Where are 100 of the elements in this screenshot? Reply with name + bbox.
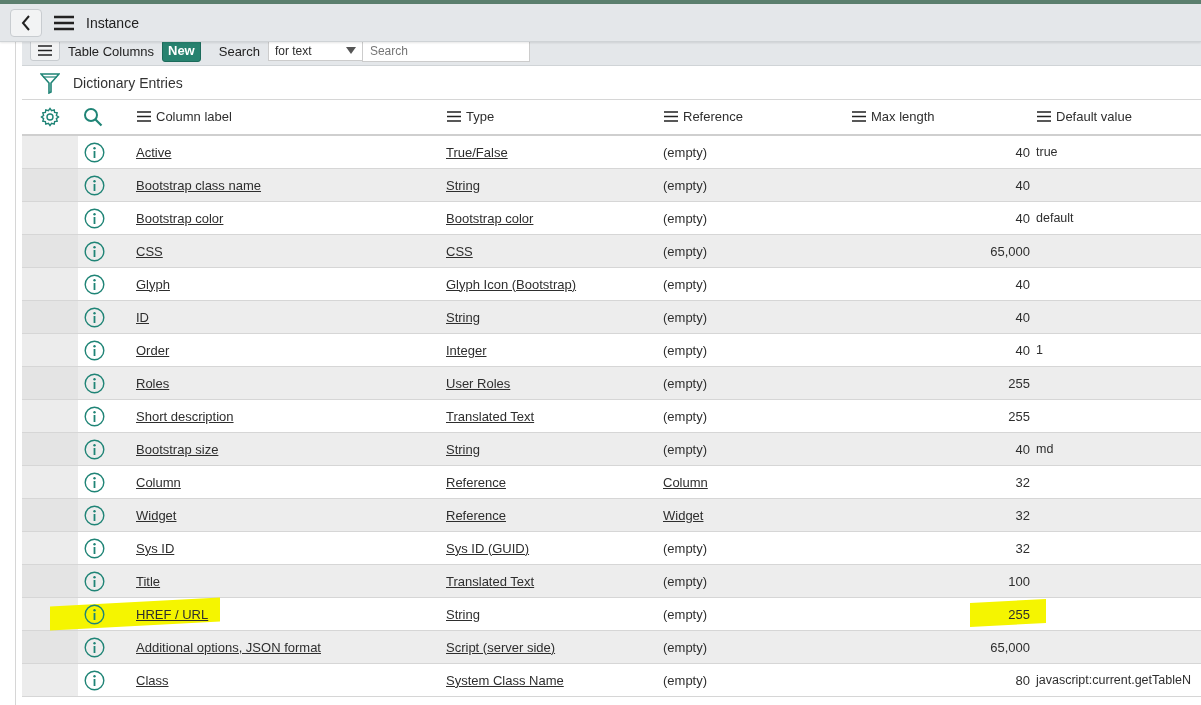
info-icon[interactable] — [84, 240, 105, 262]
reference-value: (empty) — [663, 210, 708, 226]
reference-value: (empty) — [663, 573, 708, 589]
type-link[interactable]: String — [446, 441, 480, 457]
info-icon[interactable] — [84, 405, 105, 427]
search-field[interactable]: Search — [361, 42, 530, 62]
type-link[interactable]: Reference — [446, 507, 506, 523]
type-link[interactable]: CSS — [446, 243, 473, 259]
info-icon[interactable] — [84, 174, 105, 196]
chevron-left-icon — [21, 14, 31, 31]
type-link[interactable]: Glyph Icon (Bootstrap) — [446, 276, 577, 292]
table-heading[interactable]: Default value — [1036, 109, 1132, 124]
type-link[interactable]: System Class Name — [446, 672, 564, 688]
column-label-link[interactable]: Glyph — [136, 276, 170, 292]
default-value: 1 — [1036, 343, 1043, 357]
info-icon[interactable] — [84, 537, 105, 559]
default-value: default — [1036, 211, 1074, 225]
column-label-link[interactable]: Roles — [136, 375, 170, 391]
type-link[interactable]: True/False — [446, 144, 508, 160]
table-heading[interactable]: Max length — [851, 109, 935, 124]
info-icon[interactable] — [84, 438, 105, 460]
max-length-value: 255 — [1008, 408, 1030, 424]
type-link[interactable]: Reference — [446, 474, 506, 490]
info-icon[interactable] — [84, 207, 105, 229]
type-link[interactable]: User Roles — [446, 375, 511, 391]
column-label-link[interactable]: Column — [136, 474, 181, 490]
settings-icon[interactable] — [40, 107, 60, 127]
default-value: md — [1036, 442, 1054, 456]
menu-icon — [664, 111, 678, 122]
info-icon[interactable] — [84, 471, 105, 493]
max-length-value: 40 — [1015, 177, 1030, 193]
reference-value: (empty) — [663, 672, 708, 688]
reference-value: (empty) — [663, 408, 708, 424]
column-label-link[interactable]: ID — [136, 309, 149, 325]
column-label-link[interactable]: Bootstrap size — [136, 441, 219, 457]
max-length-value: 80 — [1015, 672, 1030, 688]
reference-value: (empty) — [663, 342, 708, 358]
type-link[interactable]: Bootstrap color — [446, 210, 534, 226]
type-link[interactable]: Translated Text — [446, 573, 535, 589]
table-heading[interactable]: Type — [446, 109, 495, 124]
column-label-link[interactable]: Order — [136, 342, 170, 358]
back-button[interactable] — [10, 8, 42, 37]
max-length-value: 40 — [1015, 276, 1030, 292]
type-link[interactable]: Sys ID (GUID) — [446, 540, 530, 556]
max-length-value: 32 — [1015, 540, 1030, 556]
info-icon[interactable] — [84, 273, 105, 295]
info-icon[interactable] — [84, 570, 105, 592]
search-label: Search — [218, 44, 260, 59]
info-icon[interactable] — [84, 372, 105, 394]
column-label-link[interactable]: Short description — [136, 408, 234, 424]
info-icon[interactable] — [84, 141, 105, 163]
column-label-link[interactable]: Bootstrap class name — [136, 177, 261, 193]
type-link[interactable]: String — [446, 606, 480, 622]
column-label-link[interactable]: Class — [136, 672, 169, 688]
reference-value: (empty) — [663, 441, 708, 457]
max-length-value: 40 — [1015, 342, 1030, 358]
type-link[interactable]: String — [446, 177, 480, 193]
menu-icon[interactable] — [54, 14, 74, 31]
info-icon[interactable] — [84, 306, 105, 328]
reference-value: (empty) — [663, 177, 708, 193]
menu-icon — [447, 111, 461, 122]
max-length-value: 40 — [1015, 309, 1030, 325]
column-label-link[interactable]: CSS — [136, 243, 163, 259]
info-icon[interactable] — [84, 669, 105, 691]
column-label-link[interactable]: Title — [136, 573, 161, 589]
caret-down-icon — [345, 47, 356, 54]
new-button[interactable]: New — [162, 42, 201, 62]
reference-target-link[interactable]: Widget — [663, 507, 704, 523]
info-icon[interactable] — [84, 339, 105, 361]
menu-icon — [1037, 111, 1051, 122]
info-icon[interactable] — [84, 603, 105, 625]
column-label-link[interactable]: Bootstrap color — [136, 210, 224, 226]
max-length-value: 65,000 — [990, 243, 1030, 259]
filter-icon[interactable] — [40, 71, 60, 94]
reference-value: (empty) — [663, 276, 708, 292]
reference-value: (empty) — [663, 309, 708, 325]
default-value: javascript:current.getTableN — [1036, 673, 1191, 687]
list-menu-button[interactable] — [30, 42, 60, 61]
type-link[interactable]: Integer — [446, 342, 487, 358]
column-label-link[interactable]: Sys ID — [136, 540, 175, 556]
info-icon[interactable] — [84, 636, 105, 658]
search-field-select[interactable]: for text — [267, 42, 363, 61]
search-icon[interactable] — [83, 107, 103, 127]
reference-target-link[interactable]: Column — [663, 474, 708, 490]
breadcrumb[interactable]: Dictionary Entries — [73, 74, 183, 91]
table-heading[interactable]: Reference — [663, 109, 743, 124]
reference-value: (empty) — [663, 375, 708, 391]
max-length-value: 255 — [1008, 606, 1030, 622]
type-link[interactable]: String — [446, 309, 480, 325]
default-value: true — [1036, 145, 1058, 159]
column-label-link[interactable]: Widget — [136, 507, 177, 523]
table-heading[interactable]: Column label — [136, 109, 232, 124]
max-length-value: 100 — [1008, 573, 1030, 589]
info-icon[interactable] — [84, 504, 105, 526]
column-label-link[interactable]: Active — [136, 144, 172, 160]
page-title: Instance — [86, 14, 139, 31]
menu-icon — [852, 111, 866, 122]
max-length-value: 32 — [1015, 507, 1030, 523]
type-link[interactable]: Translated Text — [446, 408, 535, 424]
column-label-link[interactable]: HREF / URL — [136, 606, 209, 622]
